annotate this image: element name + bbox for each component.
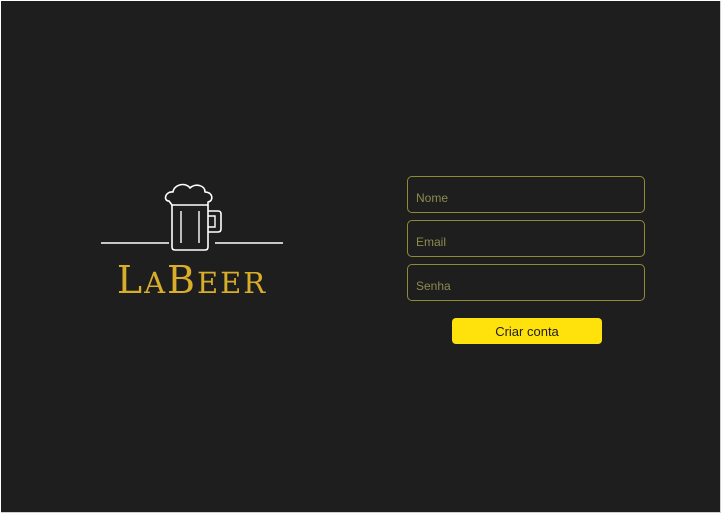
name-field[interactable] <box>407 176 645 213</box>
signup-form: Criar conta <box>407 176 645 344</box>
brand-name-part-1: A <box>144 266 168 300</box>
name-input[interactable] <box>408 177 644 212</box>
labeer-logo: LABEER <box>99 179 285 305</box>
password-input[interactable] <box>408 265 644 300</box>
brand-name-cap-l: L <box>116 258 145 302</box>
signup-screen: LABEER Criar conta <box>1 1 721 513</box>
brand-name: LABEER <box>99 261 285 299</box>
create-account-button[interactable]: Criar conta <box>452 318 602 344</box>
email-input[interactable] <box>408 221 644 256</box>
brand-name-part-2: EER <box>196 266 268 300</box>
email-field[interactable] <box>407 220 645 257</box>
brand-name-cap-b: B <box>167 258 197 302</box>
password-field[interactable] <box>407 264 645 301</box>
beer-mug-icon <box>101 183 283 251</box>
